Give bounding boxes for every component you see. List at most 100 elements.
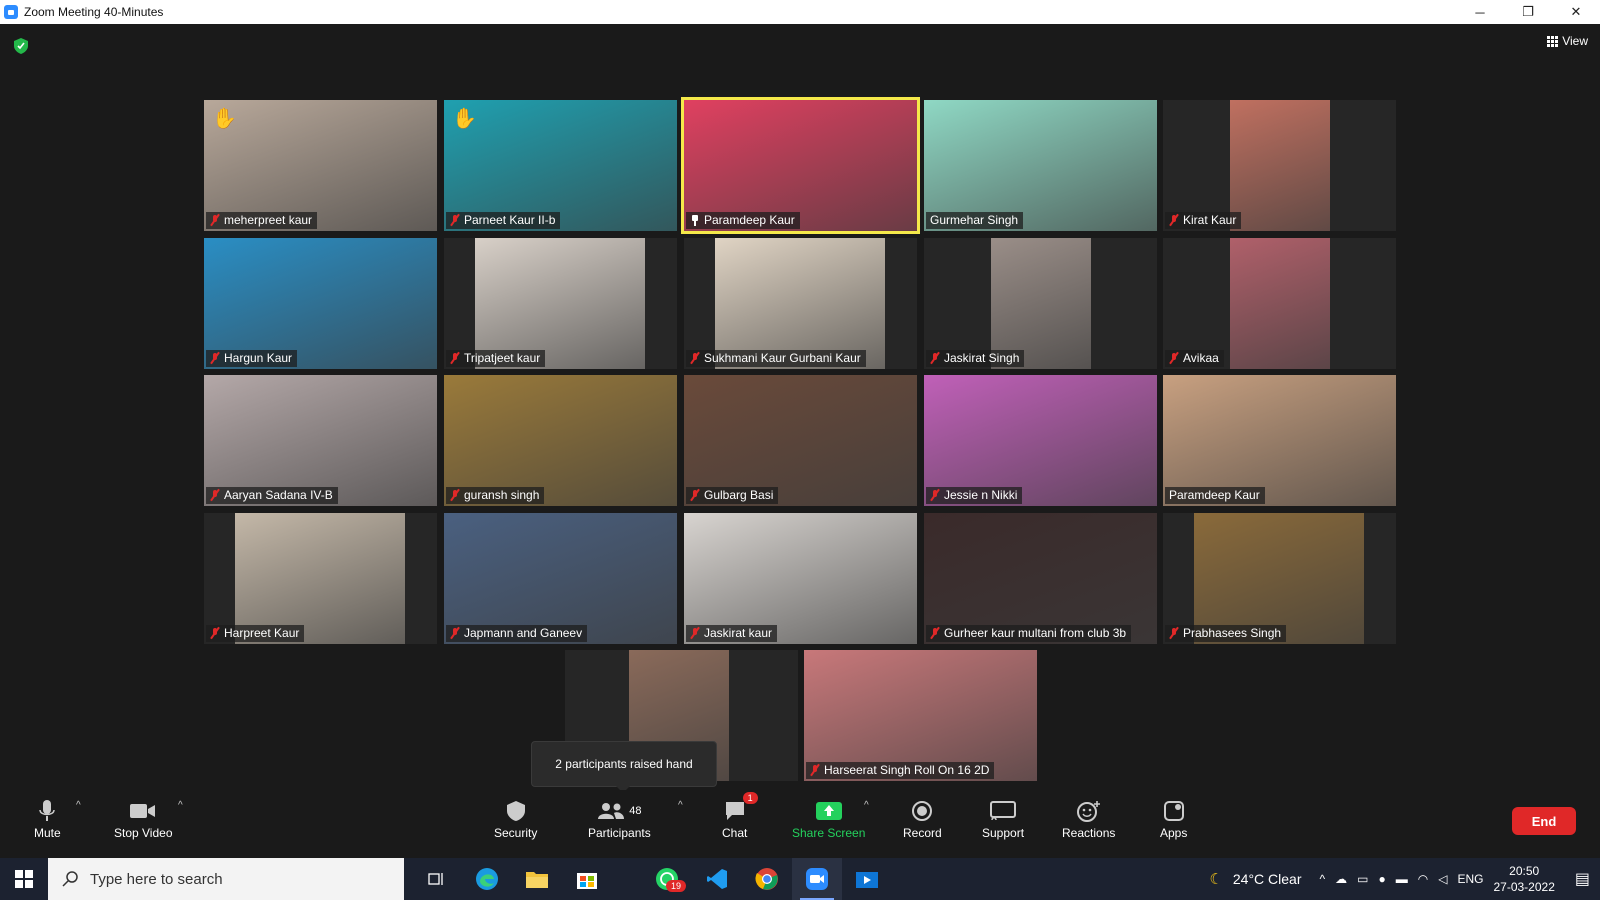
participant-video-tile[interactable]: Avikaa: [1163, 238, 1396, 369]
pin-icon: [690, 214, 700, 226]
vscode-app[interactable]: [692, 858, 742, 900]
participant-namebar: Harpreet Kaur: [206, 625, 305, 642]
chat-label: Chat: [722, 826, 748, 840]
wifi-icon[interactable]: ◠: [1418, 872, 1428, 886]
show-hidden-icons-icon[interactable]: ^: [1320, 872, 1326, 886]
microphone-tray-icon[interactable]: ●: [1379, 872, 1386, 886]
participant-video-tile[interactable]: Jessie n Nikki: [924, 375, 1157, 506]
share-screen-label: Share Screen: [792, 826, 866, 840]
movie-maker-app[interactable]: [842, 858, 892, 900]
participant-video-tile[interactable]: ✋ meherpreet kaur: [204, 100, 437, 231]
encryption-shield-icon[interactable]: [14, 38, 28, 54]
participant-namebar: Aaryan Sadana IV-B: [206, 487, 338, 504]
participant-video-tile[interactable]: Harpreet Kaur: [204, 513, 437, 644]
whatsapp-app[interactable]: 19: [642, 858, 692, 900]
reactions-button[interactable]: Reactions: [1062, 798, 1115, 840]
edge-app[interactable]: [462, 858, 512, 900]
participant-name: Japmann and Ganeev: [464, 626, 583, 640]
participant-video-tile[interactable]: Prabhasees Singh: [1163, 513, 1396, 644]
zoom-video-icon: [806, 868, 828, 890]
close-button[interactable]: ✕: [1552, 0, 1600, 24]
participant-video-tile[interactable]: Jaskirat Singh: [924, 238, 1157, 369]
minimize-button[interactable]: ─: [1456, 0, 1504, 24]
zoom-app[interactable]: [792, 858, 842, 900]
record-button[interactable]: Record: [903, 798, 942, 840]
video-camera-icon: [130, 804, 156, 818]
participants-icon: [598, 803, 625, 819]
chrome-icon: [755, 868, 778, 890]
participant-namebar: Hargun Kaur: [206, 350, 298, 367]
participant-video-tile[interactable]: Hargun Kaur: [204, 238, 437, 369]
participant-video-tile[interactable]: Paramdeep Kaur: [681, 97, 920, 234]
windows-taskbar: Type here to search 19 ☾ 24°C Clear ^ ☁ …: [0, 858, 1600, 900]
participant-video-tile[interactable]: Paramdeep Kaur: [1163, 375, 1396, 506]
view-button[interactable]: View: [1547, 34, 1588, 48]
participant-video-tile[interactable]: guransh singh: [444, 375, 677, 506]
edge-browser-icon: [476, 868, 498, 890]
search-icon: [62, 871, 78, 887]
language-indicator[interactable]: ENG: [1457, 872, 1483, 886]
microsoft-store-app[interactable]: [562, 858, 612, 900]
participant-video: [1230, 100, 1330, 231]
support-cast-icon: [990, 801, 1017, 821]
weather-moon-icon[interactable]: ☾: [1209, 870, 1222, 888]
participant-video-tile[interactable]: Gurmehar Singh: [924, 100, 1157, 231]
participant-video-tile[interactable]: Japmann and Ganeev: [444, 513, 677, 644]
participant-namebar: meherpreet kaur: [206, 212, 318, 229]
stop-video-button[interactable]: Stop Video: [114, 798, 173, 840]
notifications-icon[interactable]: ▤: [1575, 869, 1590, 889]
support-button[interactable]: Support: [982, 798, 1024, 840]
task-view-button[interactable]: [412, 858, 462, 900]
restore-button[interactable]: ❐: [1504, 0, 1552, 24]
participant-name: Parneet Kaur II-b: [464, 213, 556, 227]
start-button[interactable]: [0, 858, 48, 900]
system-tray: ☾ 24°C Clear ^ ☁ ▭ ● ▬ ◠ ◁ ENG 20:50 27-…: [1209, 858, 1600, 900]
video-options-caret-icon[interactable]: ^: [178, 800, 183, 811]
participant-namebar: Paramdeep Kaur: [686, 212, 800, 229]
weather-text[interactable]: 24°C Clear: [1233, 871, 1302, 887]
participant-video-tile[interactable]: Aaryan Sadana IV-B: [204, 375, 437, 506]
participant-name: Gurheer kaur multani from club 3b: [944, 626, 1127, 640]
participants-button[interactable]: 48 Participants: [588, 798, 651, 840]
participant-video-tile[interactable]: Jaskirat kaur: [684, 513, 917, 644]
chrome-app[interactable]: [742, 858, 792, 900]
window-controls: ─ ❐ ✕: [1456, 0, 1600, 24]
participant-video-tile[interactable]: Harseerat Singh Roll On 16 2D: [804, 650, 1037, 781]
taskbar-search-box[interactable]: Type here to search: [48, 858, 404, 900]
end-meeting-button[interactable]: End: [1512, 807, 1576, 835]
chat-bubble-icon: [725, 802, 744, 820]
participant-namebar: Gurmehar Singh: [926, 212, 1024, 229]
file-explorer-app[interactable]: [512, 858, 562, 900]
clock-date: 27-03-2022: [1493, 880, 1555, 894]
audio-options-caret-icon[interactable]: ^: [76, 800, 81, 811]
view-label: View: [1562, 34, 1588, 48]
participant-video-tile[interactable]: Sukhmani Kaur Gurbani Kaur: [684, 238, 917, 369]
participant-namebar: Jessie n Nikki: [926, 487, 1023, 504]
onedrive-cloud-icon[interactable]: ☁: [1335, 872, 1347, 886]
muted-mic-icon: [690, 352, 700, 364]
muted-mic-icon: [210, 627, 220, 639]
participant-name: Harseerat Singh Roll On 16 2D: [824, 763, 990, 777]
apps-button[interactable]: Apps: [1160, 798, 1187, 840]
security-button[interactable]: Security: [494, 798, 537, 840]
chat-button[interactable]: 1 Chat: [722, 792, 758, 840]
participant-name: Gulbarg Basi: [704, 488, 774, 502]
file-explorer-folder-icon: [526, 872, 548, 888]
share-options-caret-icon[interactable]: ^: [864, 800, 869, 811]
participant-namebar: Prabhasees Singh: [1165, 625, 1287, 642]
participants-options-caret-icon[interactable]: ^: [678, 800, 683, 811]
participant-video-tile[interactable]: ✋ Parneet Kaur II-b: [444, 100, 677, 231]
battery-icon[interactable]: ▬: [1396, 872, 1408, 886]
participant-video-tile[interactable]: Tripatjeet kaur: [444, 238, 677, 369]
participant-name: Kirat Kaur: [1183, 213, 1237, 227]
meet-now-icon[interactable]: ▭: [1357, 872, 1368, 886]
participant-name: Avikaa: [1183, 351, 1219, 365]
participant-video-tile[interactable]: Kirat Kaur: [1163, 100, 1396, 231]
record-icon: [912, 801, 933, 821]
volume-icon[interactable]: ◁: [1438, 872, 1447, 886]
taskbar-clock[interactable]: 20:50 27-03-2022: [1493, 863, 1554, 895]
participant-video-tile[interactable]: Gulbarg Basi: [684, 375, 917, 506]
share-screen-button[interactable]: Share Screen: [792, 798, 865, 840]
mute-button[interactable]: Mute: [34, 798, 61, 840]
participant-video-tile[interactable]: Gurheer kaur multani from club 3b: [924, 513, 1157, 644]
